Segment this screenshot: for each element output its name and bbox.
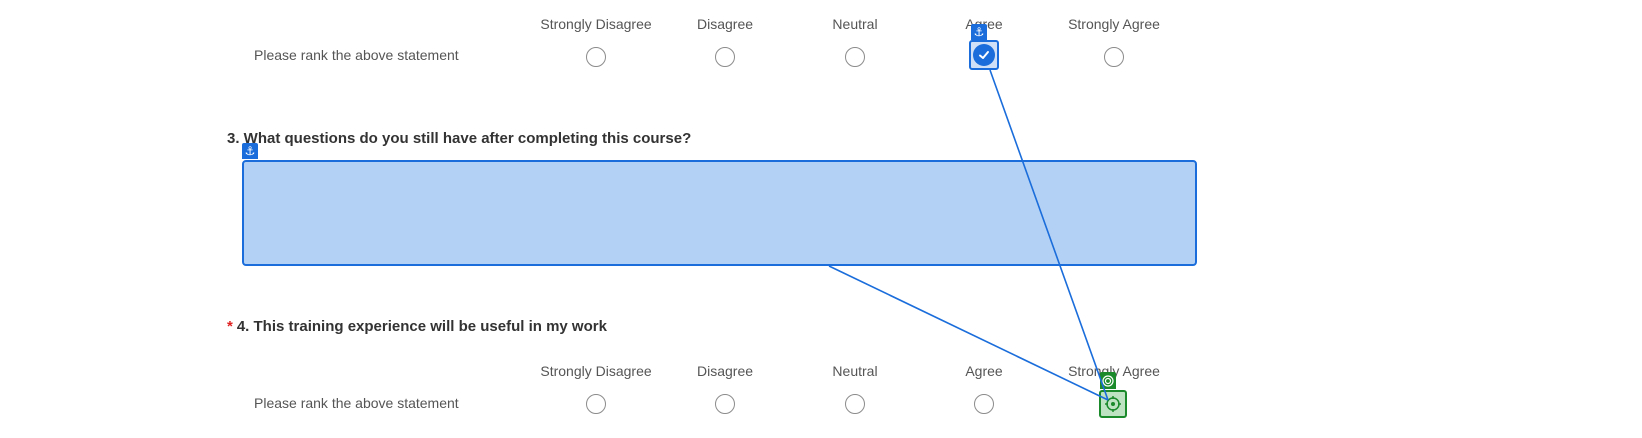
q3-answer-textarea[interactable]: [242, 160, 1197, 266]
q4-title: * 4. This training experience will be use…: [227, 318, 607, 335]
q4-radio-strongly-disagree[interactable]: [586, 394, 606, 414]
anchor-icon: ⚓: [971, 24, 987, 40]
q4-scale-neutral: Neutral: [832, 363, 878, 379]
target-tag: [1100, 372, 1116, 389]
q4-row-label: Please rank the above statement: [254, 395, 459, 411]
q2-radio-neutral[interactable]: [845, 47, 865, 67]
crosshair-icon: [1105, 396, 1121, 412]
q2-radio-strongly-agree[interactable]: [1104, 47, 1124, 67]
q4-scale-strongly-disagree: Strongly Disagree: [540, 363, 652, 379]
q4-radio-agree[interactable]: [974, 394, 994, 414]
q2-scale-strongly-agree: Strongly Agree: [1068, 16, 1160, 32]
q4-radio-strongly-agree[interactable]: [1099, 390, 1127, 418]
target-tag-icon: [1102, 374, 1114, 387]
q2-scale-neutral: Neutral: [832, 16, 878, 32]
q4-title-text: 4. This training experience will be usef…: [236, 318, 607, 335]
q2-radio-strongly-disagree[interactable]: [586, 47, 606, 67]
q2-radio-agree[interactable]: [973, 44, 995, 66]
q2-scale-disagree: Disagree: [696, 16, 754, 32]
anchor-icon: ⚓: [242, 143, 258, 159]
q3-title: 3. What questions do you still have afte…: [227, 130, 692, 147]
q2-row-label: Please rank the above statement: [254, 47, 459, 63]
required-marker: *: [227, 318, 233, 335]
q2-scale-strongly-disagree: Strongly Disagree: [540, 16, 652, 32]
q4-radio-neutral[interactable]: [845, 394, 865, 414]
connector-line-textarea: [828, 265, 1109, 401]
q4-scale-agree: Agree: [965, 363, 1003, 379]
q4-radio-disagree[interactable]: [715, 394, 735, 414]
q2-radio-disagree[interactable]: [715, 47, 735, 67]
checkmark-icon: [979, 51, 989, 59]
q4-scale-disagree: Disagree: [696, 363, 754, 379]
